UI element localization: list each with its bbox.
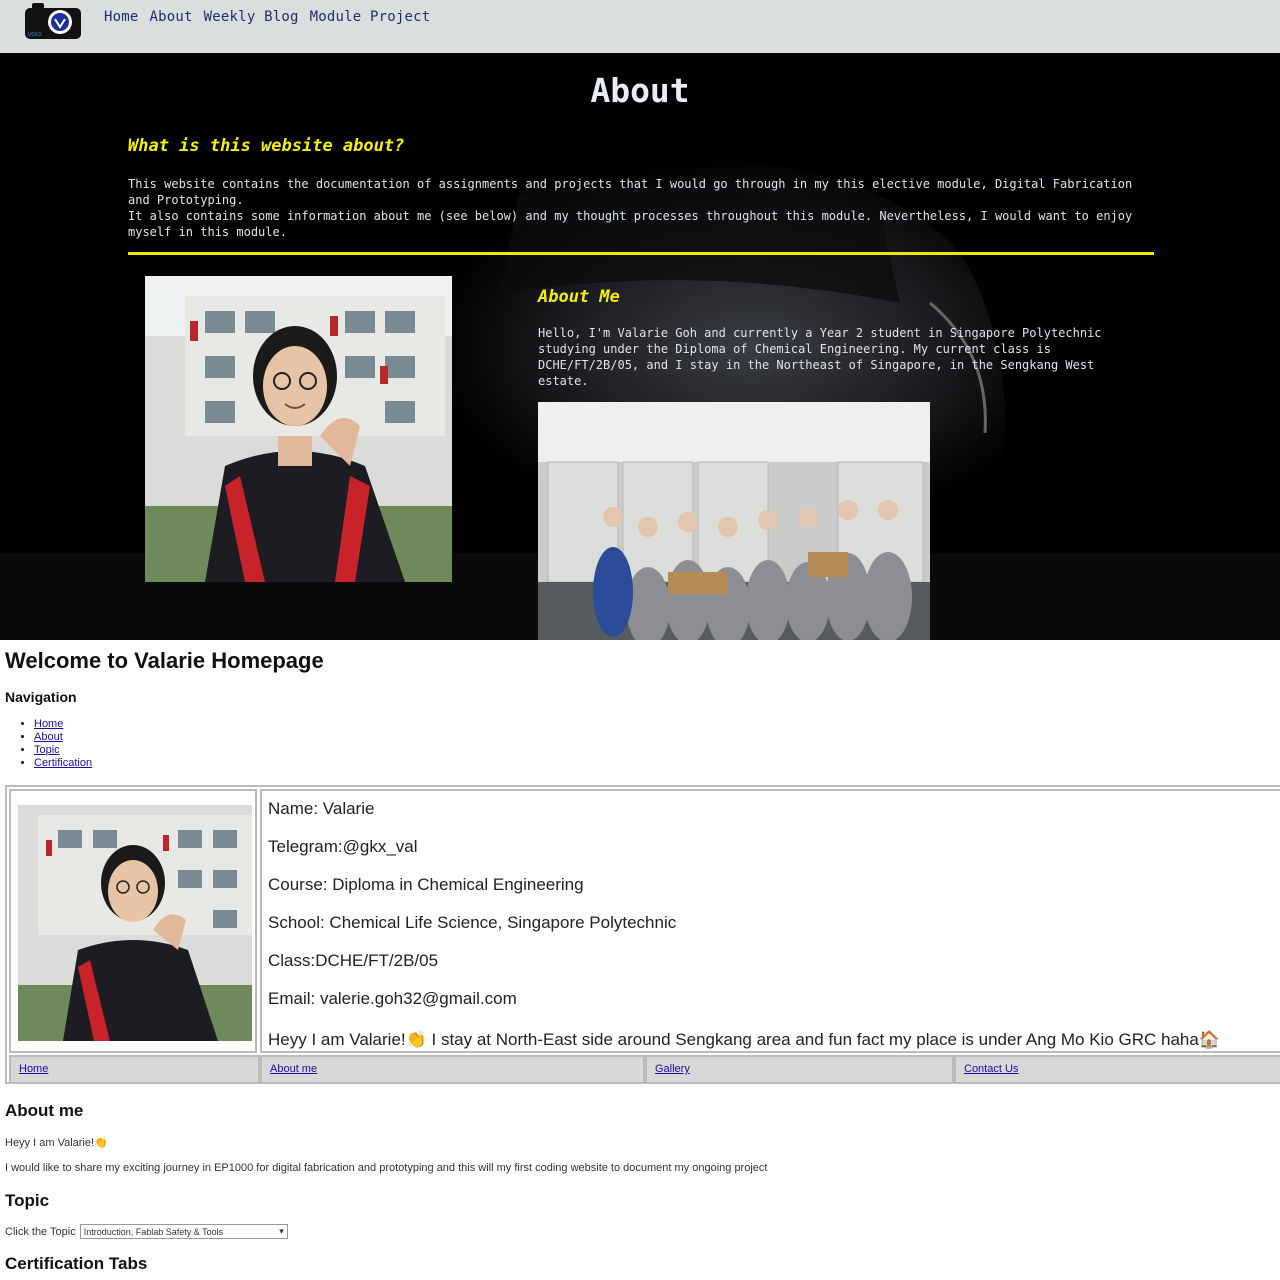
class-group-photo bbox=[538, 402, 930, 640]
intro-line: This website contains the documentation … bbox=[128, 177, 1133, 207]
email-text: Email: valerie.goh32@gmail.com bbox=[268, 989, 517, 1008]
topic-row: Click the Topic Introduction, Fablab Saf… bbox=[5, 1224, 288, 1239]
page-title: About bbox=[590, 71, 690, 110]
school-text: School: Chemical Life Science, Singapore… bbox=[268, 913, 677, 932]
intro-line: It also contains some information about … bbox=[128, 209, 1133, 239]
nav-about-link[interactable]: About bbox=[150, 9, 193, 25]
nav-list-about-link[interactable]: About bbox=[34, 731, 63, 743]
course-text: Course: Diploma in Chemical Engineering bbox=[268, 875, 584, 894]
nav-home-link[interactable]: Home bbox=[104, 9, 139, 25]
name-text: Name: Valarie bbox=[268, 799, 375, 818]
intro-paragraph: This website contains the documentation … bbox=[128, 176, 1158, 240]
navigation-heading: Navigation bbox=[5, 689, 77, 705]
camera-logo-icon[interactable]: VGKX bbox=[24, 0, 82, 40]
link-cell: Gallery bbox=[645, 1055, 954, 1084]
about-hero-section: About What is this website about? This w… bbox=[0, 53, 1280, 640]
profile-photo-cell bbox=[9, 789, 257, 1053]
link-cell: About me bbox=[260, 1055, 645, 1084]
link-cell: Home bbox=[9, 1055, 260, 1084]
plain-homepage: Welcome to Valarie Homepage Navigation H… bbox=[0, 640, 1280, 1280]
nav-list-topic-link[interactable]: Topic bbox=[34, 744, 60, 756]
portrait-photo bbox=[145, 276, 452, 582]
topic-select[interactable]: Introduction, Fablab Safety & Tools ▾ bbox=[79, 1224, 288, 1239]
chevron-down-icon: ▾ bbox=[279, 1226, 284, 1236]
divider-line bbox=[128, 252, 1154, 255]
about-me-description: I would like to share my exciting journe… bbox=[5, 1162, 768, 1174]
profile-table: Name: Valarie Telegram:@gkx_val Course: … bbox=[5, 785, 1280, 1084]
profile-info-cell: Name: Valarie Telegram:@gkx_val Course: … bbox=[260, 789, 1280, 1053]
class-text: Class:DCHE/FT/2B/05 bbox=[268, 951, 439, 970]
bio-text: Heyy I am Valarie!👏 I stay at North-East… bbox=[268, 1030, 1220, 1049]
telegram-text: Telegram:@gkx_val bbox=[268, 837, 418, 856]
topic-heading: Topic bbox=[5, 1191, 50, 1210]
profile-link-row: Home About me Gallery Contact Us bbox=[9, 1055, 1280, 1084]
about-me-link[interactable]: About me bbox=[270, 1063, 317, 1075]
list-item: Topic bbox=[34, 744, 92, 757]
topic-selected-value: Introduction, Fablab Safety & Tools bbox=[83, 1226, 224, 1237]
about-me-paragraph: Hello, I'm Valarie Goh and currently a Y… bbox=[538, 326, 1102, 388]
topic-label: Click the Topic bbox=[5, 1225, 76, 1238]
nav-list-certification-link[interactable]: Certification bbox=[34, 757, 92, 769]
svg-text:VGKX: VGKX bbox=[28, 32, 43, 38]
website-about-heading: What is this website about? bbox=[128, 136, 405, 156]
welcome-heading: Welcome to Valarie Homepage bbox=[5, 648, 324, 673]
nav-list-home-link[interactable]: Home bbox=[34, 718, 63, 730]
top-nav-links: Home About Weekly Blog Module Project bbox=[104, 9, 441, 25]
nav-weekly-blog-link[interactable]: Weekly Blog bbox=[204, 9, 299, 25]
list-item: About bbox=[34, 731, 92, 744]
about-me-section-heading: About me bbox=[5, 1101, 84, 1120]
gallery-link[interactable]: Gallery bbox=[655, 1063, 690, 1075]
navigation-list: Home About Topic Certification bbox=[20, 718, 92, 770]
link-cell: Contact Us bbox=[954, 1055, 1280, 1084]
about-me-heading: About Me bbox=[538, 287, 620, 307]
certification-tabs-heading: Certification Tabs bbox=[5, 1254, 148, 1273]
profile-photo bbox=[18, 805, 252, 1041]
contact-us-link[interactable]: Contact Us bbox=[964, 1063, 1018, 1075]
nav-module-project-link[interactable]: Module Project bbox=[310, 9, 431, 25]
list-item: Home bbox=[34, 718, 92, 731]
list-item: Certification bbox=[34, 757, 92, 770]
top-navbar: VGKX Home About Weekly Blog Module Proje… bbox=[0, 0, 1280, 53]
home-link[interactable]: Home bbox=[19, 1063, 48, 1075]
about-me-greeting: Heyy I am Valarie!👏 bbox=[5, 1137, 108, 1149]
